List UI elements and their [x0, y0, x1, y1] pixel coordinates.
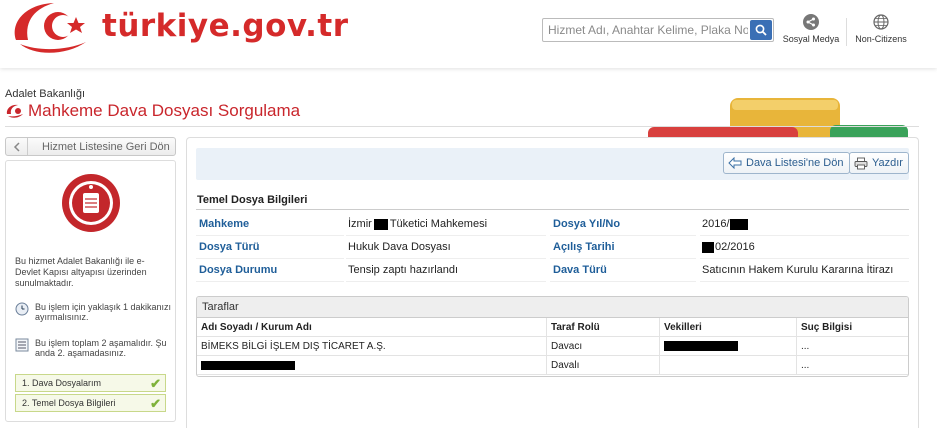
non-citizens-label: Non-Citizens — [855, 34, 907, 44]
table-row: BİMEKS BİLGİ İŞLEM DIŞ TİCARET A.Ş. Dava… — [197, 337, 908, 356]
party-name: BİMEKS BİLGİ İŞLEM DIŞ TİCARET A.Ş. — [197, 337, 547, 355]
party-lawyers — [660, 356, 797, 374]
check-icon: ✔ — [150, 396, 161, 411]
party-role: Davalı — [547, 356, 660, 374]
step-2-label: 2. Temel Dosya Bilgileri — [22, 398, 116, 408]
search-button[interactable] — [750, 20, 772, 40]
info-row: Dosya Durumu Tensip zaptı hazırlandı Dav… — [196, 259, 909, 282]
crescent-star-logo-icon — [6, 0, 102, 58]
step-1-label: 1. Dava Dosyalarım — [22, 378, 102, 388]
court-value: İzmir Tüketici Mahkemesi — [346, 213, 546, 236]
step-1[interactable]: 1. Dava Dosyalarım ✔ — [15, 374, 166, 392]
back-to-case-list-button[interactable]: Dava Listesi'ne Dön — [723, 152, 850, 174]
logo-text: türkiye.gov.tr — [102, 8, 349, 44]
file-type-value: Hukuk Dava Dosyası — [346, 236, 546, 259]
print-label: Yazdır — [872, 157, 903, 169]
step-2[interactable]: 2. Temel Dosya Bilgileri ✔ — [15, 394, 166, 412]
column-header-role: Taraf Rolü — [547, 318, 660, 336]
printer-icon — [854, 157, 868, 170]
file-type-label: Dosya Türü — [196, 236, 344, 259]
column-header-name: Adı Soyadı / Kurum Adı — [197, 318, 547, 336]
back-to-case-list-label: Dava Listesi'ne Dön — [746, 157, 844, 169]
non-citizens-button[interactable]: Non-Citizens — [852, 14, 910, 44]
social-media-button[interactable]: Sosyal Medya — [781, 14, 841, 44]
party-crime-info: ... — [801, 340, 810, 352]
column-header-crime: Suç Bilgisi — [801, 321, 853, 333]
party-name — [197, 356, 547, 374]
redacted-block — [373, 218, 388, 230]
court-label: Mahkeme — [196, 213, 344, 236]
turkiye-gov-logo[interactable]: türkiye.gov.tr — [6, 0, 348, 58]
file-year-no-value: 2016/ — [700, 213, 909, 236]
ministry-seal-logo — [61, 173, 121, 233]
case-type-value: Satıcının Hakem Kurulu Kararına İtirazı — [700, 259, 909, 282]
column-header-lawyers: Vekilleri — [660, 318, 797, 336]
redacted-block — [201, 360, 295, 370]
search-input[interactable] — [543, 19, 748, 41]
social-media-label: Sosyal Medya — [782, 34, 840, 44]
table-row: Davalı ... — [197, 356, 908, 375]
search-icon — [755, 24, 767, 36]
back-to-services-button[interactable]: Hizmet Listesine Geri Dön — [5, 137, 176, 156]
service-description: Bu hizmet Adalet Bakanlığı ile e-Devlet … — [15, 256, 147, 288]
list-icon — [15, 338, 31, 358]
file-year-no-label: Dosya Yıl/No — [550, 213, 696, 236]
check-icon: ✔ — [150, 376, 161, 391]
time-info: Bu işlem için yaklaşık 1 dakikanızı ayır… — [15, 302, 173, 322]
redacted-block — [702, 241, 714, 253]
file-year-no-prefix: 2016/ — [702, 218, 730, 230]
globe-icon — [873, 14, 889, 30]
service-info-panel: Bu hizmet Adalet Bakanlığı ile e-Devlet … — [5, 160, 176, 422]
opening-date-suffix: 02/2016 — [715, 241, 755, 253]
section-divider — [196, 209, 909, 210]
parties-title: Taraflar — [197, 297, 908, 318]
case-type-label: Dava Türü — [550, 259, 696, 282]
party-crime-info: ... — [801, 359, 810, 371]
print-button[interactable]: Yazdır — [849, 152, 909, 174]
opening-date-value: 02/2016 — [700, 236, 909, 259]
title-divider — [5, 126, 919, 127]
share-icon — [803, 14, 819, 30]
service-logo-icon — [6, 104, 23, 118]
main-content-panel: Dava Listesi'ne Dön Yazdır Temel Dosya B… — [186, 137, 919, 428]
page-title: Mahkeme Dava Dosyası Sorgulama — [5, 101, 300, 121]
file-status-value: Tensip zaptı hazırlandı — [346, 259, 546, 282]
clock-icon — [15, 302, 31, 322]
basic-info-grid: Mahkeme İzmir Tüketici Mahkemesi Dosya Y… — [196, 213, 909, 282]
party-role: Davacı — [547, 337, 660, 355]
page-title-text: Mahkeme Dava Dosyası Sorgulama — [28, 101, 301, 120]
court-value-suffix: Tüketici Mahkemesi — [389, 218, 488, 230]
table-header-row: Adı Soyadı / Kurum Adı Taraf Rolü Vekill… — [197, 318, 908, 337]
ministry-name: Adalet Bakanlığı — [5, 88, 86, 100]
opening-date-label: Açılış Tarihi — [550, 236, 696, 259]
party-lawyers — [660, 337, 797, 355]
header-divider — [846, 18, 847, 46]
court-value-prefix: İzmir — [348, 218, 372, 230]
file-status-label: Dosya Durumu — [196, 259, 344, 282]
redacted-block — [664, 341, 738, 351]
basic-info-title: Temel Dosya Bilgileri — [197, 194, 308, 206]
chevron-left-icon — [6, 138, 28, 155]
info-row: Dosya Türü Hukuk Dava Dosyası Açılış Tar… — [196, 236, 909, 259]
site-header: türkiye.gov.tr Sosyal Medya — [0, 0, 937, 68]
action-toolbar: Dava Listesi'ne Dön Yazdır — [196, 148, 909, 180]
redacted-block — [729, 218, 748, 230]
steps-info: Bu işlem toplam 2 aşamalıdır. Şu anda 2.… — [15, 338, 173, 358]
search-box — [542, 18, 774, 42]
info-row: Mahkeme İzmir Tüketici Mahkemesi Dosya Y… — [196, 213, 909, 236]
steps-info-text: Bu işlem toplam 2 aşamalıdır. Şu anda 2.… — [35, 338, 167, 358]
arrow-left-icon — [728, 157, 742, 169]
time-info-text: Bu işlem için yaklaşık 1 dakikanızı ayır… — [35, 302, 172, 322]
decorative-folders-image — [640, 95, 920, 148]
parties-table: Taraflar Adı Soyadı / Kurum Adı Taraf Ro… — [196, 296, 909, 377]
back-to-services-label: Hizmet Listesine Geri Dön — [42, 140, 170, 153]
